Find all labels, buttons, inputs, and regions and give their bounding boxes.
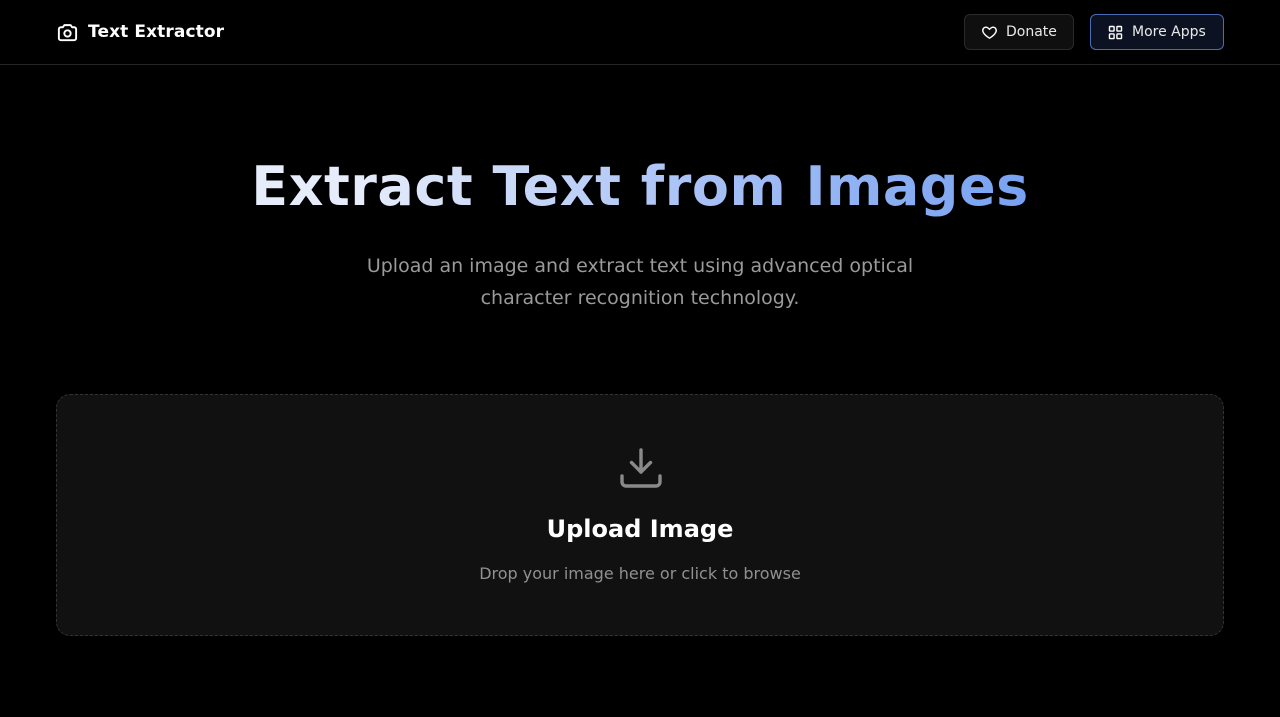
heart-icon [982,25,997,39]
more-apps-button[interactable]: More Apps [1090,14,1224,50]
upload-hint: Drop your image here or click to browse [479,564,801,583]
donate-button[interactable]: Donate [964,14,1074,50]
more-apps-label: More Apps [1132,24,1206,40]
upload-dropzone[interactable]: Upload Image Drop your image here or cli… [56,394,1224,636]
top-bar: Text Extractor Donate More Apps [0,0,1280,65]
grid-icon [1108,25,1123,39]
page-title: Extract Text from Images [0,152,1280,222]
brand[interactable]: Text Extractor [56,21,224,44]
upload-title: Upload Image [546,515,734,543]
donate-label: Donate [1006,24,1057,40]
app-title: Text Extractor [88,22,225,42]
page-subtitle: Upload an image and extract text using a… [366,255,914,309]
header-actions: Donate More Apps [964,14,1224,50]
camera-icon [57,23,78,41]
download-tray-icon [620,448,662,488]
